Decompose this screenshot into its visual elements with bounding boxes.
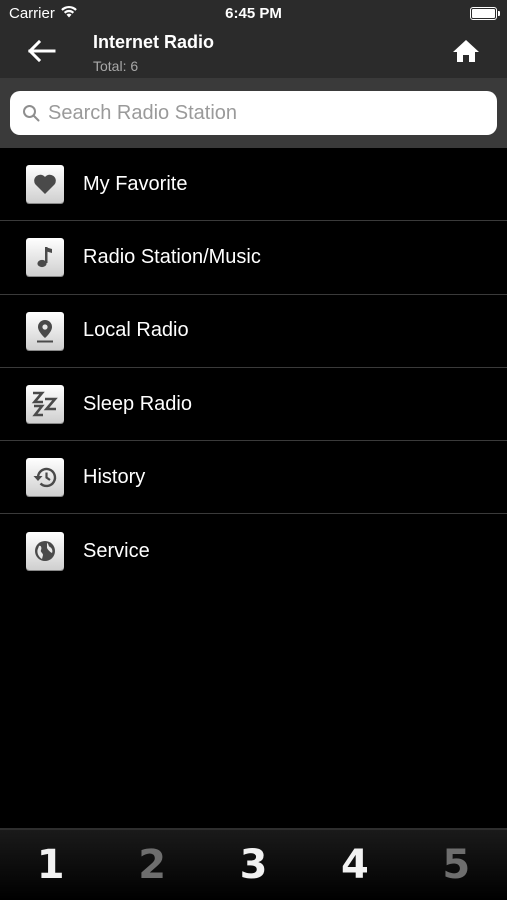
preset-button-2[interactable]: 2	[101, 830, 202, 900]
menu-item-local-radio[interactable]: Local Radio	[0, 295, 507, 368]
back-arrow-icon	[27, 39, 56, 67]
music-note-icon	[26, 238, 64, 277]
preset-button-3[interactable]: 3	[203, 830, 304, 900]
menu-list: My Favorite Radio Station/Music Local Ra…	[0, 148, 507, 588]
menu-item-history[interactable]: History	[0, 441, 507, 515]
page-title: Internet Radio	[93, 32, 215, 52]
status-bar: Carrier 6:45 PM	[0, 0, 507, 28]
search-box[interactable]	[10, 91, 497, 135]
menu-item-sleep-radio[interactable]: Sleep Radio	[0, 368, 507, 442]
menu-item-my-favorite[interactable]: My Favorite	[0, 148, 507, 222]
preset-bar: 1 2 3 4 5	[0, 828, 507, 900]
battery-icon	[470, 7, 500, 20]
preset-button-4[interactable]: 4	[304, 830, 405, 900]
menu-item-label: Sleep Radio	[83, 392, 192, 415]
history-icon	[26, 458, 64, 497]
globe-icon	[26, 532, 64, 571]
menu-item-label: History	[83, 465, 146, 488]
menu-item-label: My Favorite	[83, 172, 188, 195]
location-pin-icon	[26, 311, 64, 350]
search-bar	[0, 78, 507, 148]
menu-item-service[interactable]: Service	[0, 514, 507, 587]
menu-item-label: Radio Station/Music	[83, 245, 261, 268]
page-subtitle: Total: 6	[93, 58, 139, 74]
menu-item-label: Service	[83, 539, 150, 562]
menu-item-label: Local Radio	[83, 319, 189, 342]
home-button[interactable]	[449, 38, 483, 68]
search-icon	[22, 103, 42, 123]
sleep-zzz-icon	[26, 385, 64, 424]
home-icon	[452, 39, 480, 68]
preset-button-1[interactable]: 1	[0, 830, 101, 900]
heart-icon	[26, 165, 64, 204]
back-button[interactable]	[24, 38, 60, 68]
status-time: 6:45 PM	[225, 5, 282, 22]
search-input[interactable]	[48, 101, 478, 125]
preset-button-5[interactable]: 5	[406, 830, 507, 900]
nav-bar: Internet Radio Total: 6	[0, 28, 507, 78]
menu-item-radio-station-music[interactable]: Radio Station/Music	[0, 221, 507, 295]
